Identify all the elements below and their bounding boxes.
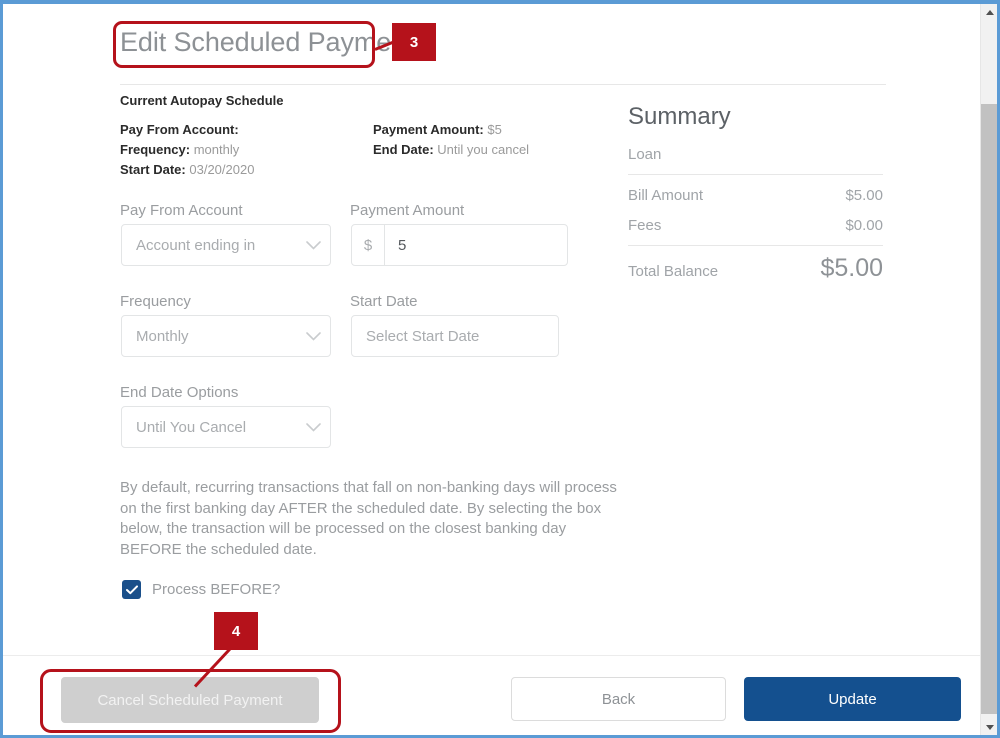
pay-from-account-label: Pay From Account [120, 202, 243, 219]
summary-row-label: Fees [628, 217, 662, 234]
pay-from-account-select[interactable]: Account ending in [121, 224, 331, 266]
summary-row-bill-amount: Bill Amount $5.00 [628, 187, 883, 204]
checkmark-icon[interactable] [122, 580, 141, 599]
process-before-checkbox-row[interactable]: Process BEFORE? [122, 580, 280, 599]
end-date-options-value: Until You Cancel [136, 418, 247, 436]
start-date-value: Select Start Date [366, 327, 480, 345]
summary-row-value: $0.00 [845, 217, 883, 234]
schedule-frequency: Frequency: monthly [120, 142, 239, 157]
schedule-end-date-value: Until you cancel [437, 142, 530, 157]
scroll-up-arrow-icon[interactable] [981, 4, 997, 21]
scroll-down-arrow-icon[interactable] [981, 719, 997, 735]
scrollbar-thumb[interactable] [981, 104, 997, 714]
payment-amount-label: Payment Amount [350, 202, 465, 219]
annotation-badge-4: 4 [214, 612, 258, 650]
cancel-scheduled-payment-button[interactable]: Cancel Scheduled Payment [61, 677, 319, 723]
summary-row-label: Bill Amount [628, 187, 704, 204]
schedule-payment-amount-value: $5 [487, 122, 502, 137]
currency-prefix: $ [352, 225, 385, 265]
summary-divider-bottom [628, 245, 883, 246]
title-divider [120, 84, 886, 85]
summary-subtitle: Loan [628, 146, 662, 163]
schedule-start-date-value: 03/20/2020 [189, 162, 255, 177]
start-date-label: Start Date [350, 293, 418, 310]
current-autopay-schedule-heading: Current Autopay Schedule [120, 93, 284, 108]
summary-total-label: Total Balance [628, 263, 719, 280]
chevron-down-icon [296, 225, 330, 265]
schedule-payment-amount-label: Payment Amount: [373, 122, 484, 137]
page-content: Edit Scheduled Payment Current Autopay S… [3, 4, 980, 735]
schedule-start-date: Start Date: 03/20/2020 [120, 162, 254, 177]
page-title: Edit Scheduled Payment [120, 27, 414, 57]
pay-from-account-value: Account ending in [136, 236, 256, 254]
schedule-start-date-label: Start Date: [120, 162, 186, 177]
schedule-pay-from-account-label: Pay From Account: [120, 122, 239, 137]
schedule-end-date-label: End Date: [373, 142, 434, 157]
schedule-frequency-label: Frequency: [120, 142, 191, 157]
process-before-label: Process BEFORE? [152, 581, 281, 598]
schedule-payment-amount: Payment Amount: $5 [373, 122, 502, 137]
start-date-input[interactable]: Select Start Date [351, 315, 559, 357]
payment-amount-input[interactable]: 5 [385, 237, 567, 254]
footer-divider [3, 655, 980, 656]
summary-divider-top [628, 174, 883, 175]
schedule-pay-from-account: Pay From Account: [120, 122, 239, 137]
browser-window: Edit Scheduled Payment Current Autopay S… [0, 0, 1000, 738]
end-date-options-select[interactable]: Until You Cancel [121, 406, 331, 448]
schedule-frequency-value: monthly [193, 142, 240, 157]
banking-days-disclaimer: By default, recurring transactions that … [120, 479, 617, 558]
back-button[interactable]: Back [511, 677, 726, 721]
annotation-badge-3: 3 [392, 23, 436, 61]
frequency-value: Monthly [136, 327, 189, 345]
vertical-scrollbar[interactable] [980, 4, 997, 735]
end-date-options-label: End Date Options [120, 384, 239, 401]
schedule-end-date: End Date: Until you cancel [373, 142, 529, 157]
frequency-label: Frequency [120, 293, 191, 310]
summary-title: Summary [628, 103, 731, 130]
summary-total-row: Total Balance $5.00 [628, 254, 883, 283]
summary-row-fees: Fees $0.00 [628, 217, 883, 234]
update-button[interactable]: Update [744, 677, 961, 721]
chevron-down-icon [296, 316, 330, 356]
summary-total-value: $5.00 [820, 254, 883, 282]
summary-row-value: $5.00 [845, 187, 883, 204]
frequency-select[interactable]: Monthly [121, 315, 331, 357]
chevron-down-icon [296, 407, 330, 447]
payment-amount-input-group[interactable]: $ 5 [351, 224, 568, 266]
